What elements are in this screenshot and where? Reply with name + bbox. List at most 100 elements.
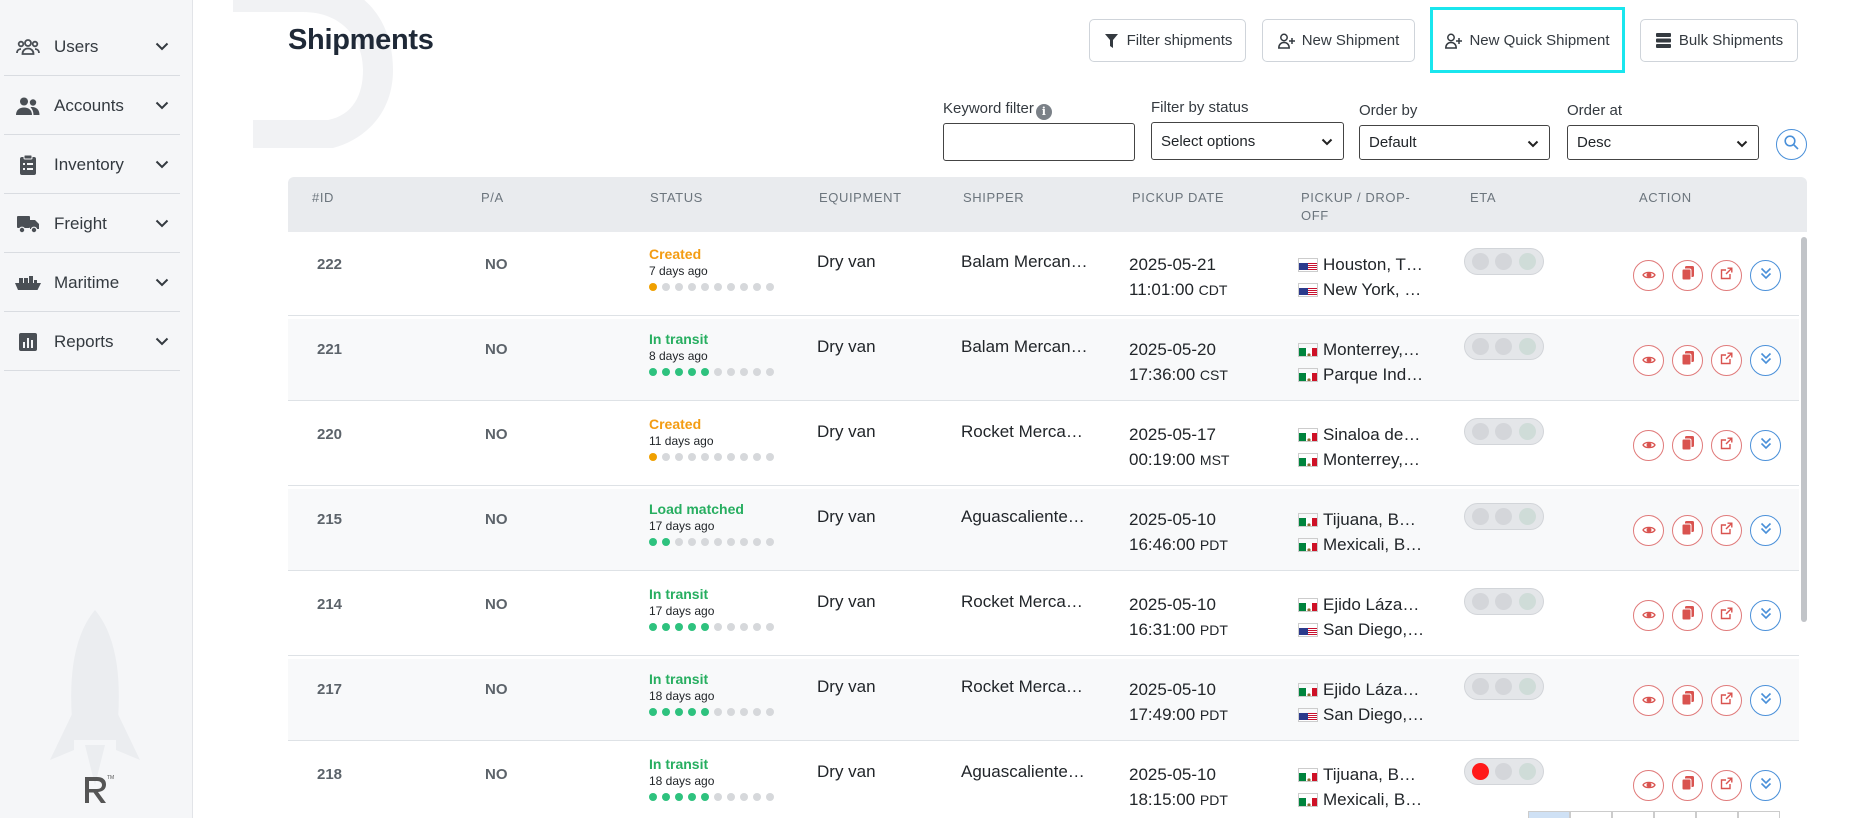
shipper-value[interactable]: Aguascaliente… [961, 762, 1085, 782]
sidebar-item-freight[interactable]: Freight [4, 195, 180, 253]
pickup-date-cell: 2025-05-21 11:01:00 CDT [1129, 252, 1227, 303]
shipper-value[interactable]: Rocket Merca… [961, 422, 1083, 442]
eta-light-red [1472, 253, 1490, 270]
eta-traffic-light [1464, 333, 1544, 360]
duplicate-button[interactable] [1672, 770, 1703, 801]
expand-row-button[interactable] [1750, 430, 1781, 461]
shipment-id: 217 [317, 681, 343, 698]
progress-dot [714, 538, 722, 546]
page-button[interactable] [1570, 811, 1612, 818]
keyword-filter-input[interactable] [943, 123, 1135, 161]
order-by-label: Order by [1359, 102, 1418, 119]
equipment-value: Dry van [817, 252, 876, 271]
view-button[interactable] [1633, 260, 1664, 291]
expand-row-button[interactable] [1750, 600, 1781, 631]
chevron-down-icon [152, 37, 172, 57]
progress-dot [701, 793, 709, 801]
page-button[interactable] [1654, 811, 1696, 818]
page-button[interactable] [1738, 811, 1780, 818]
table-row[interactable]: 222 NO Created 7 days ago Dry van Balam … [288, 234, 1799, 316]
order-at-value: Desc [1577, 134, 1612, 151]
dropoff-location-text: Parque Ind… [1323, 365, 1424, 384]
table-row[interactable]: 218 NO In transit 18 days ago Dry van Ag… [288, 744, 1799, 818]
table-row[interactable]: 220 NO Created 11 days ago Dry van Rocke… [288, 404, 1799, 486]
scrollbar-thumb[interactable] [1801, 237, 1807, 622]
open-external-button[interactable] [1711, 430, 1742, 461]
expand-row-button[interactable] [1750, 345, 1781, 376]
progress-dot [675, 793, 683, 801]
new-quick-shipment-button[interactable]: New Quick Shipment [1436, 19, 1619, 62]
pickup-time-value: 16:31:00 [1129, 620, 1196, 639]
duplicate-button[interactable] [1672, 430, 1703, 461]
table-row[interactable]: 215 NO Load matched 17 days ago Dry van … [288, 489, 1799, 571]
expand-row-button[interactable] [1750, 685, 1781, 716]
column-header-eta: ETA [1470, 190, 1497, 205]
equipment-value: Dry van [817, 592, 876, 611]
table-row[interactable]: 221 NO In transit 8 days ago Dry van Bal… [288, 319, 1799, 401]
users-group-icon [14, 33, 42, 61]
duplicate-button[interactable] [1672, 685, 1703, 716]
expand-row-button[interactable] [1750, 515, 1781, 546]
sidebar-item-accounts[interactable]: Accounts [4, 77, 180, 135]
view-button[interactable] [1633, 770, 1664, 801]
page-button[interactable] [1696, 811, 1738, 818]
shipper-value[interactable]: Balam Mercan… [961, 337, 1088, 357]
sidebar-item-maritime[interactable]: Maritime [4, 254, 180, 312]
open-external-button[interactable] [1711, 600, 1742, 631]
pickup-date: 2025-05-21 [1129, 255, 1216, 274]
truck-icon [14, 210, 42, 238]
svg-text:TM: TM [107, 775, 114, 781]
bulk-shipments-button[interactable]: Bulk Shipments [1640, 19, 1798, 62]
order-at-select[interactable]: Desc [1567, 125, 1759, 160]
table-row[interactable]: 214 NO In transit 17 days ago Dry van Ro… [288, 574, 1799, 656]
duplicate-button[interactable] [1672, 345, 1703, 376]
sidebar-item-reports[interactable]: Reports [4, 313, 180, 371]
status-filter-select[interactable]: Select options [1151, 122, 1344, 160]
status-progress [649, 708, 774, 716]
status-cell: In transit 18 days ago [649, 756, 774, 801]
ship-icon [14, 269, 42, 297]
open-external-button[interactable] [1711, 260, 1742, 291]
page-button[interactable] [1528, 811, 1570, 818]
open-external-button[interactable] [1711, 770, 1742, 801]
expand-row-button[interactable] [1750, 770, 1781, 801]
shipper-value[interactable]: Aguascaliente… [961, 507, 1085, 527]
filter-shipments-button[interactable]: Filter shipments [1089, 19, 1246, 62]
pickup-location: Houston, T… [1298, 252, 1423, 277]
view-button[interactable] [1633, 430, 1664, 461]
dropoff-location: Monterrey,… [1298, 447, 1420, 472]
open-external-button[interactable] [1711, 345, 1742, 376]
shipper-value[interactable]: Rocket Merca… [961, 592, 1083, 612]
pickup-dropoff-cell: Ejido Láza… San Diego,… [1298, 677, 1424, 727]
shipper-value[interactable]: Balam Mercan… [961, 252, 1088, 272]
duplicate-button[interactable] [1672, 260, 1703, 291]
table-row[interactable]: 217 NO In transit 18 days ago Dry van Ro… [288, 659, 1799, 741]
view-button[interactable] [1633, 345, 1664, 376]
pickup-date: 2025-05-10 [1129, 765, 1216, 784]
page-button[interactable] [1612, 811, 1654, 818]
open-external-button[interactable] [1711, 685, 1742, 716]
eta-light-yellow [1495, 338, 1513, 355]
open-external-button[interactable] [1711, 515, 1742, 546]
order-by-select[interactable]: Default [1359, 125, 1550, 160]
view-button[interactable] [1633, 600, 1664, 631]
sidebar-item-inventory[interactable]: Inventory [4, 136, 180, 194]
progress-dot [701, 453, 709, 461]
view-button[interactable] [1633, 685, 1664, 716]
search-button[interactable] [1776, 129, 1807, 160]
progress-dot [701, 283, 709, 291]
sidebar-item-users[interactable]: Users [4, 18, 180, 76]
pa-value: NO [485, 341, 508, 358]
new-shipment-button[interactable]: New Shipment [1262, 19, 1415, 62]
pagination [1528, 811, 1780, 818]
pickup-date-cell: 2025-05-10 16:31:00 PDT [1129, 592, 1228, 643]
us-flag-icon [1298, 707, 1318, 722]
duplicate-button[interactable] [1672, 515, 1703, 546]
expand-row-button[interactable] [1750, 260, 1781, 291]
app: Users Accounts Inventory Freight Maritim… [0, 0, 1858, 818]
duplicate-button[interactable] [1672, 600, 1703, 631]
info-icon[interactable]: i [1035, 103, 1052, 120]
progress-dot [753, 708, 761, 716]
shipper-value[interactable]: Rocket Merca… [961, 677, 1083, 697]
view-button[interactable] [1633, 515, 1664, 546]
